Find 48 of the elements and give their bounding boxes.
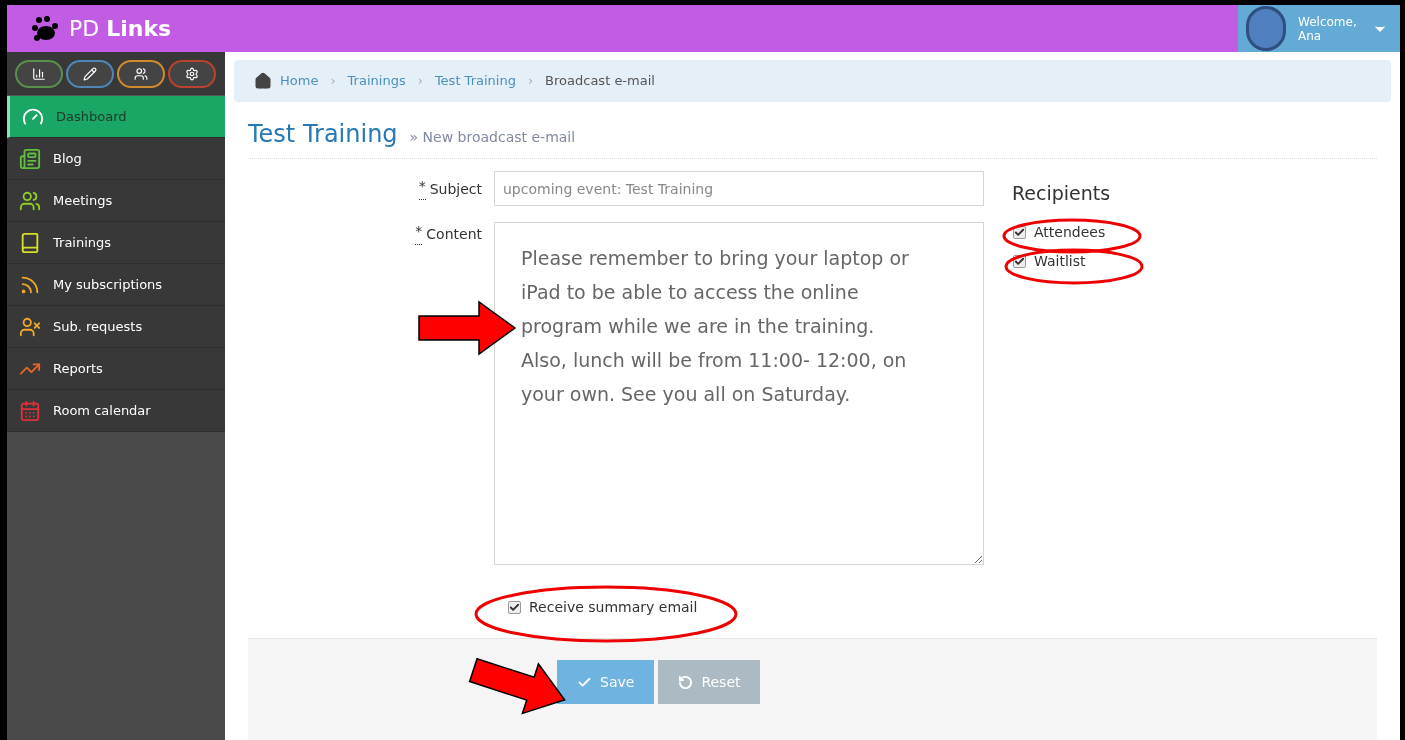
app-logo[interactable]: PD Links bbox=[69, 12, 172, 45]
calendar-icon bbox=[19, 399, 41, 422]
checkbox-label: Receive summary email bbox=[529, 598, 698, 617]
sidebar-item[interactable]: Sub. requests bbox=[7, 306, 225, 348]
field-label: Subject bbox=[429, 180, 482, 199]
required-mark: * bbox=[418, 179, 426, 200]
toolbar-button[interactable] bbox=[15, 59, 63, 88]
sidebar-item[interactable]: Meetings bbox=[7, 180, 225, 222]
undo-icon bbox=[678, 674, 694, 690]
recipient-option[interactable]: Attendees bbox=[1013, 217, 1111, 247]
settings-icon bbox=[185, 66, 199, 81]
field-label: Content bbox=[426, 225, 482, 244]
bar-chart-icon bbox=[32, 66, 46, 81]
subject-field[interactable]: upcoming event: Test Training bbox=[494, 171, 984, 206]
required-mark: * bbox=[415, 224, 423, 245]
home-icon bbox=[254, 72, 272, 90]
recipient-option[interactable]: Waitlist bbox=[1013, 246, 1111, 276]
avatar-icon bbox=[1246, 6, 1286, 51]
checkbox-label: Waitlist bbox=[1034, 251, 1086, 271]
users-icon bbox=[134, 66, 148, 81]
checkbox[interactable] bbox=[508, 601, 521, 614]
sidebar-item[interactable]: Reports bbox=[7, 348, 225, 390]
checkbox-label: Attendees bbox=[1034, 222, 1106, 242]
summary-checkbox-row[interactable]: Receive summary email bbox=[508, 597, 984, 618]
user-name: Ana bbox=[1298, 28, 1323, 43]
user-x-icon bbox=[19, 315, 41, 338]
page-subtitle: » New broadcast e-mail bbox=[409, 128, 576, 147]
breadcrumb-separator: › bbox=[416, 72, 424, 91]
sidebar-item[interactable]: Room calendar bbox=[7, 390, 225, 432]
content-field[interactable]: Please remember to bring your laptop or iPad to be able to access the online program while we are in the training. Also, lunch will be from 11:00- 12:00, on your own. See you all on Saturday. bbox=[494, 222, 984, 565]
sidebar-item[interactable]: Dashboard bbox=[7, 96, 225, 138]
book-icon bbox=[19, 231, 41, 254]
welcome-text: Welcome, bbox=[1298, 14, 1357, 29]
newspaper-icon bbox=[19, 147, 41, 170]
sidebar-item[interactable]: Trainings bbox=[7, 222, 225, 264]
page-title: Test Training bbox=[248, 119, 398, 150]
toolbar-button[interactable] bbox=[168, 59, 216, 88]
breadcrumb-separator: › bbox=[526, 72, 535, 91]
pencil-icon bbox=[83, 66, 97, 81]
sidebar-item[interactable]: My subscriptions bbox=[7, 264, 225, 306]
sidebar-item[interactable]: Blog bbox=[7, 138, 225, 180]
toolbar-button[interactable] bbox=[117, 59, 165, 88]
breadcrumb-current: Broadcast e-mail bbox=[545, 72, 655, 91]
breadcrumb-separator: › bbox=[329, 72, 337, 91]
paw-icon bbox=[31, 15, 61, 42]
users-icon bbox=[19, 189, 41, 212]
recipients-heading: Recipients bbox=[1012, 181, 1111, 206]
toolbar-button[interactable] bbox=[66, 59, 114, 88]
